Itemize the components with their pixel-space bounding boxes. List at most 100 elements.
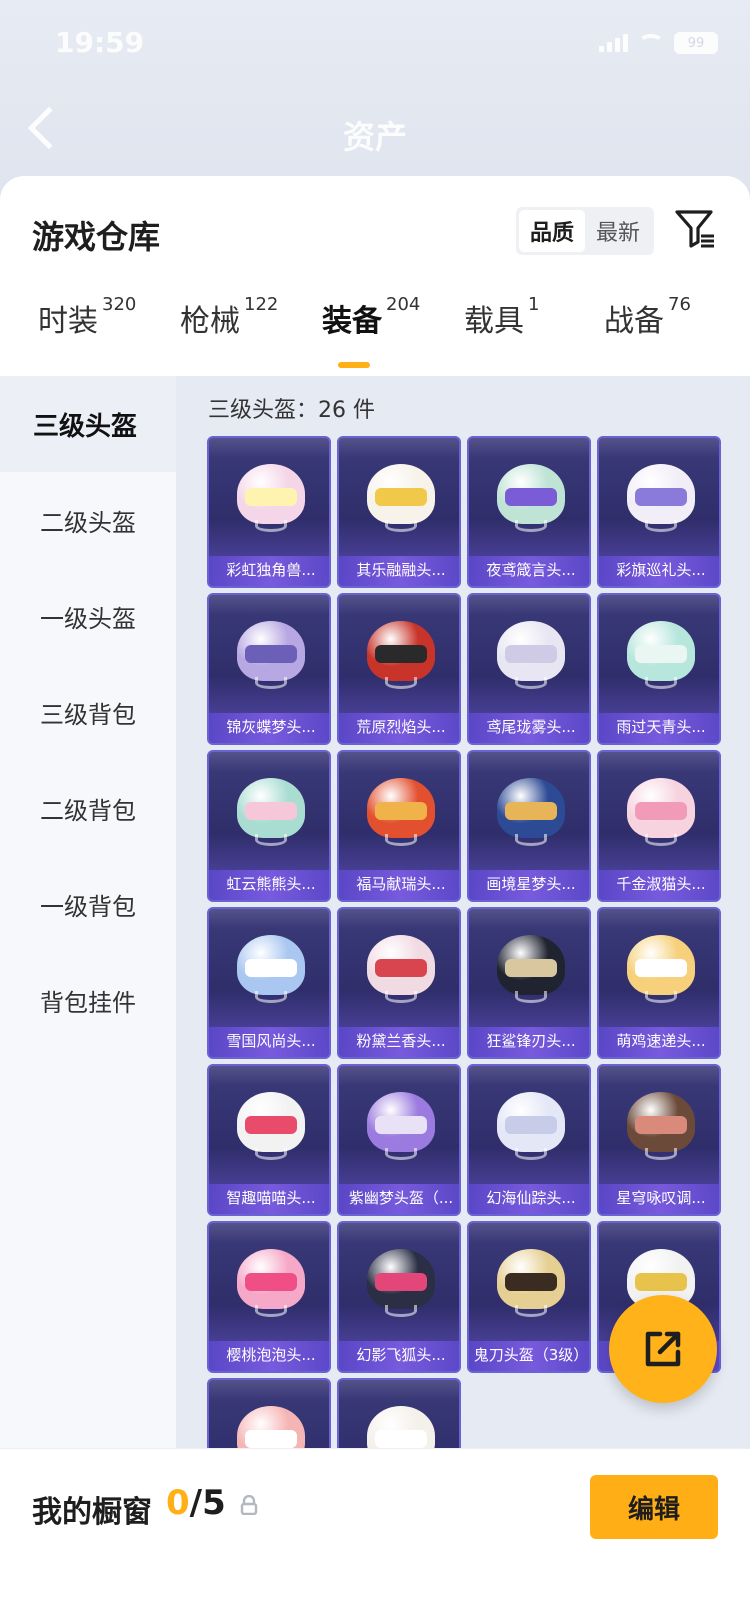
item-name: 虹云熊熊头... <box>226 875 316 893</box>
helmet-icon <box>367 1243 435 1317</box>
sidebar-item-level2-helmet[interactable]: 二级头盔 <box>0 472 176 568</box>
tab-equipment[interactable]: 装备 204 <box>322 294 421 366</box>
item-name: 幻海仙踪头... <box>486 1189 576 1207</box>
tab-label: 装备 <box>322 304 382 339</box>
tab-label: 载具 <box>464 304 524 339</box>
tab-fashion[interactable]: 时装 320 <box>38 294 137 366</box>
showcase-label: 我的橱窗 <box>32 1495 152 1530</box>
sidebar-item-level2-backpack[interactable]: 二级背包 <box>0 760 176 856</box>
sort-quality-button[interactable]: 品质 <box>519 210 585 252</box>
showcase-count-total: /5 <box>189 1483 226 1523</box>
sidebar-item-level1-backpack[interactable]: 一级背包 <box>0 856 176 952</box>
tab-count: 76 <box>668 294 691 315</box>
helmet-icon <box>237 1086 305 1160</box>
sidebar-item-backpack-pendant[interactable]: 背包挂件 <box>0 952 176 1048</box>
item-card[interactable]: 画境星梦头... <box>467 750 591 902</box>
item-name: 幻影飞狐头... <box>356 1346 446 1364</box>
item-card[interactable]: 樱桃泡泡头... <box>207 1221 331 1373</box>
signal-icon <box>599 34 628 52</box>
item-name: 夜鸢箴言头... <box>486 561 576 579</box>
filter-icon[interactable] <box>674 208 716 250</box>
item-card[interactable]: 萌鸡速递头... <box>597 907 721 1059</box>
tab-weapons[interactable]: 枪械 122 <box>180 294 278 366</box>
showcase-count: 0/5 <box>166 1483 226 1523</box>
helmet-icon <box>237 615 305 689</box>
battery-icon: 99 <box>674 32 718 54</box>
item-name: 彩虹独角兽... <box>226 561 316 579</box>
item-card[interactable] <box>337 1378 461 1448</box>
wifi-icon <box>638 34 664 52</box>
item-name: 彩旗巡礼头... <box>616 561 706 579</box>
item-card[interactable]: 彩虹独角兽... <box>207 436 331 588</box>
item-card[interactable]: 雨过天青头... <box>597 593 721 745</box>
nav-title: 资产 <box>342 118 407 156</box>
sidebar-item-level3-helmet[interactable]: 三级头盔 <box>0 376 176 472</box>
edit-button[interactable]: 编辑 <box>590 1475 718 1539</box>
helmet-icon <box>497 772 565 846</box>
share-button[interactable] <box>609 1295 717 1403</box>
sidebar-item-level1-helmet[interactable]: 一级头盔 <box>0 568 176 664</box>
item-card[interactable]: 荒原烈焰头... <box>337 593 461 745</box>
item-name: 荒原烈焰头... <box>356 718 446 736</box>
showcase-bar: 我的橱窗 0/5 编辑 <box>0 1448 750 1624</box>
item-card[interactable]: 其乐融融头... <box>337 436 461 588</box>
helmet-icon <box>367 615 435 689</box>
item-card[interactable]: 幻影飞狐头... <box>337 1221 461 1373</box>
item-card[interactable]: 虹云熊熊头... <box>207 750 331 902</box>
helmet-icon <box>497 458 565 532</box>
item-card[interactable]: 狂鲨锋刃头... <box>467 907 591 1059</box>
item-card[interactable]: 智趣喵喵头... <box>207 1064 331 1216</box>
sort-newest-button[interactable]: 最新 <box>585 210 651 252</box>
item-card[interactable]: 鬼刀头盔（3级） <box>467 1221 591 1373</box>
helmet-icon <box>237 458 305 532</box>
tab-count: 320 <box>102 294 137 315</box>
tab-count: 1 <box>528 294 540 315</box>
item-name: 粉黛兰香头... <box>356 1032 446 1050</box>
helmet-icon <box>367 1400 435 1448</box>
item-card[interactable]: 锦灰蝶梦头... <box>207 593 331 745</box>
item-name: 智趣喵喵头... <box>226 1189 316 1207</box>
item-name: 画境星梦头... <box>486 875 576 893</box>
item-card[interactable]: 千金淑猫头... <box>597 750 721 902</box>
lock-icon <box>240 1495 258 1515</box>
item-name: 樱桃泡泡头... <box>226 1346 316 1364</box>
battery-level: 99 <box>687 35 705 51</box>
share-icon <box>645 1331 681 1367</box>
item-name: 星穹咏叹调... <box>616 1189 706 1207</box>
active-tab-indicator <box>338 362 370 368</box>
status-icons: 99 <box>599 32 718 54</box>
item-name: 其乐融融头... <box>356 561 446 579</box>
item-card[interactable]: 粉黛兰香头... <box>337 907 461 1059</box>
helmet-icon <box>497 615 565 689</box>
showcase-count-current: 0 <box>166 1483 190 1523</box>
item-card[interactable]: 紫幽梦头盔（... <box>337 1064 461 1216</box>
helmet-icon <box>237 772 305 846</box>
helmet-icon <box>627 458 695 532</box>
item-card[interactable]: 鸢尾珑雾头... <box>467 593 591 745</box>
item-name: 鬼刀头盔（3级） <box>473 1346 589 1364</box>
category-sidebar: 三级头盔 二级头盔 一级头盔 三级背包 二级背包 一级背包 背包挂件 <box>0 376 176 1448</box>
helmet-icon <box>237 1243 305 1317</box>
item-name: 狂鲨锋刃头... <box>486 1032 576 1050</box>
item-card[interactable]: 星穹咏叹调... <box>597 1064 721 1216</box>
item-card[interactable]: 福马献瑞头... <box>337 750 461 902</box>
helmet-icon <box>497 1243 565 1317</box>
item-name: 紫幽梦头盔（... <box>348 1189 454 1207</box>
item-card[interactable] <box>207 1378 331 1448</box>
item-card[interactable]: 幻海仙踪头... <box>467 1064 591 1216</box>
tab-label: 战备 <box>604 304 664 339</box>
item-name: 雨过天青头... <box>616 718 706 736</box>
item-card[interactable]: 夜鸢箴言头... <box>467 436 591 588</box>
helmet-icon <box>627 615 695 689</box>
helmet-icon <box>367 929 435 1003</box>
item-name: 鸢尾珑雾头... <box>486 718 576 736</box>
helmet-icon <box>237 929 305 1003</box>
helmet-icon <box>367 1086 435 1160</box>
tab-combat-gear[interactable]: 战备 76 <box>604 294 691 366</box>
helmet-icon <box>237 1400 305 1448</box>
item-card[interactable]: 彩旗巡礼头... <box>597 436 721 588</box>
sidebar-item-level3-backpack[interactable]: 三级背包 <box>0 664 176 760</box>
tab-vehicles[interactable]: 载具 1 <box>464 294 540 366</box>
item-card[interactable]: 雪国风尚头... <box>207 907 331 1059</box>
tab-count: 204 <box>386 294 421 315</box>
